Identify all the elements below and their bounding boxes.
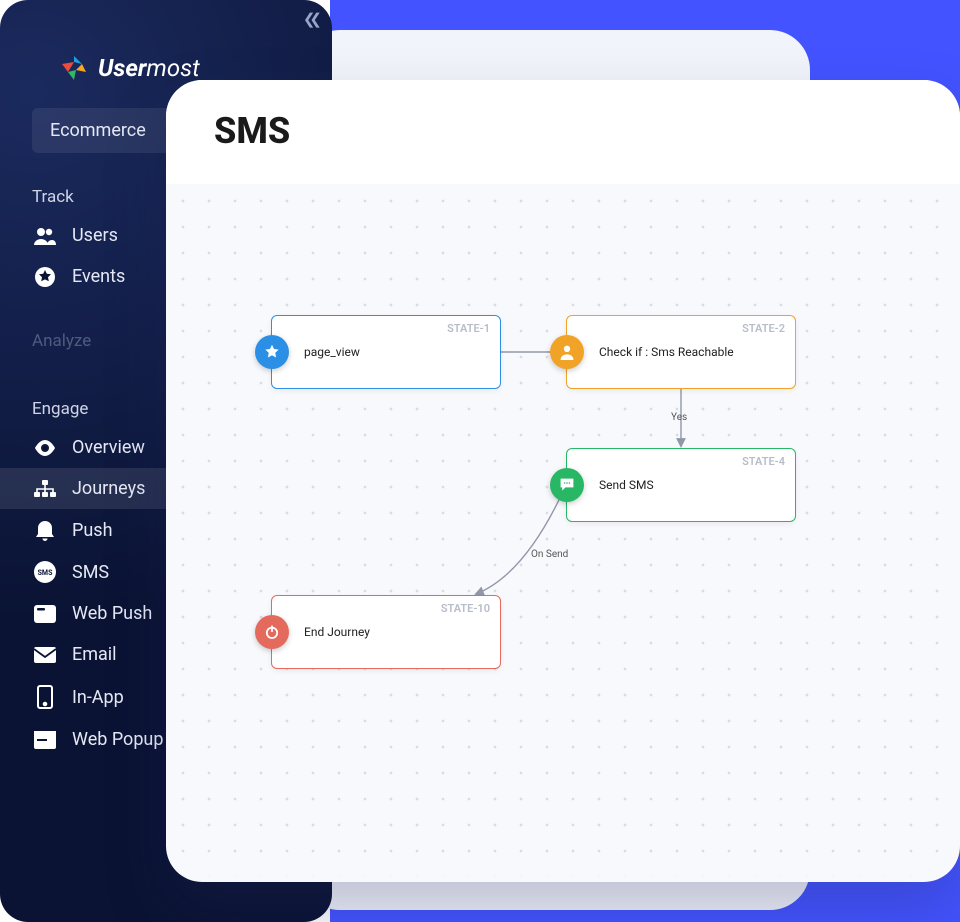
connectors-layer	[166, 184, 960, 876]
node-state-id: STATE-1	[447, 322, 490, 335]
power-icon	[255, 615, 289, 649]
brand-logo-icon	[60, 54, 88, 82]
journeys-icon	[32, 480, 58, 498]
message-icon	[550, 468, 584, 502]
star-circle-icon	[32, 267, 58, 287]
sidebar-item-label: Journeys	[72, 478, 145, 499]
brand-name: Usermost	[98, 54, 200, 82]
journey-canvas[interactable]: Yes On Send STATE-1 page_view STATE-2 Ch…	[166, 184, 960, 876]
journey-node-pageview[interactable]: STATE-1 page_view	[271, 315, 501, 389]
journey-node-sendsms[interactable]: STATE-4 Send SMS	[566, 448, 796, 522]
user-icon	[550, 335, 584, 369]
webpush-icon	[32, 605, 58, 623]
journey-canvas-card: SMS Yes On Send STATE-1	[166, 80, 960, 882]
node-label: Check if : Sms Reachable	[599, 345, 734, 359]
sidebar-item-label: SMS	[72, 562, 109, 583]
star-icon	[255, 335, 289, 369]
edge-label-yes: Yes	[671, 412, 687, 423]
webpopup-icon	[32, 731, 58, 749]
node-label: page_view	[304, 345, 360, 359]
sms-icon: SMS	[32, 561, 58, 583]
sidebar-item-label: Users	[72, 225, 118, 246]
node-state-id: STATE-2	[742, 322, 785, 335]
node-label: Send SMS	[599, 478, 654, 492]
journey-node-checkif[interactable]: STATE-2 Check if : Sms Reachable	[566, 315, 796, 389]
bell-icon	[32, 519, 58, 541]
inapp-icon	[32, 685, 58, 709]
sidebar-item-label: Events	[72, 266, 125, 287]
sidebar-item-label: Push	[72, 520, 112, 541]
node-label: End Journey	[304, 625, 370, 639]
canvas-header: SMS	[166, 80, 960, 184]
node-state-id: STATE-4	[742, 455, 785, 468]
sidebar-item-label: In-App	[72, 687, 124, 708]
sidebar-item-label: Overview	[72, 437, 145, 458]
journey-node-endjourney[interactable]: STATE-10 End Journey	[271, 595, 501, 669]
sidebar-item-label: Web Popup	[72, 729, 163, 750]
sidebar-collapse-button[interactable]: ❮❮	[303, 10, 316, 28]
svg-text:SMS: SMS	[38, 569, 53, 577]
email-icon	[32, 647, 58, 663]
brand-logo: Usermost	[60, 54, 332, 82]
sidebar-item-label: Email	[72, 644, 117, 665]
edge-label-onsend: On Send	[531, 549, 568, 560]
sidebar-item-label: Web Push	[72, 603, 152, 624]
users-icon	[32, 227, 58, 245]
eye-icon	[32, 440, 58, 456]
node-state-id: STATE-10	[441, 602, 490, 615]
canvas-title: SMS	[214, 110, 912, 152]
